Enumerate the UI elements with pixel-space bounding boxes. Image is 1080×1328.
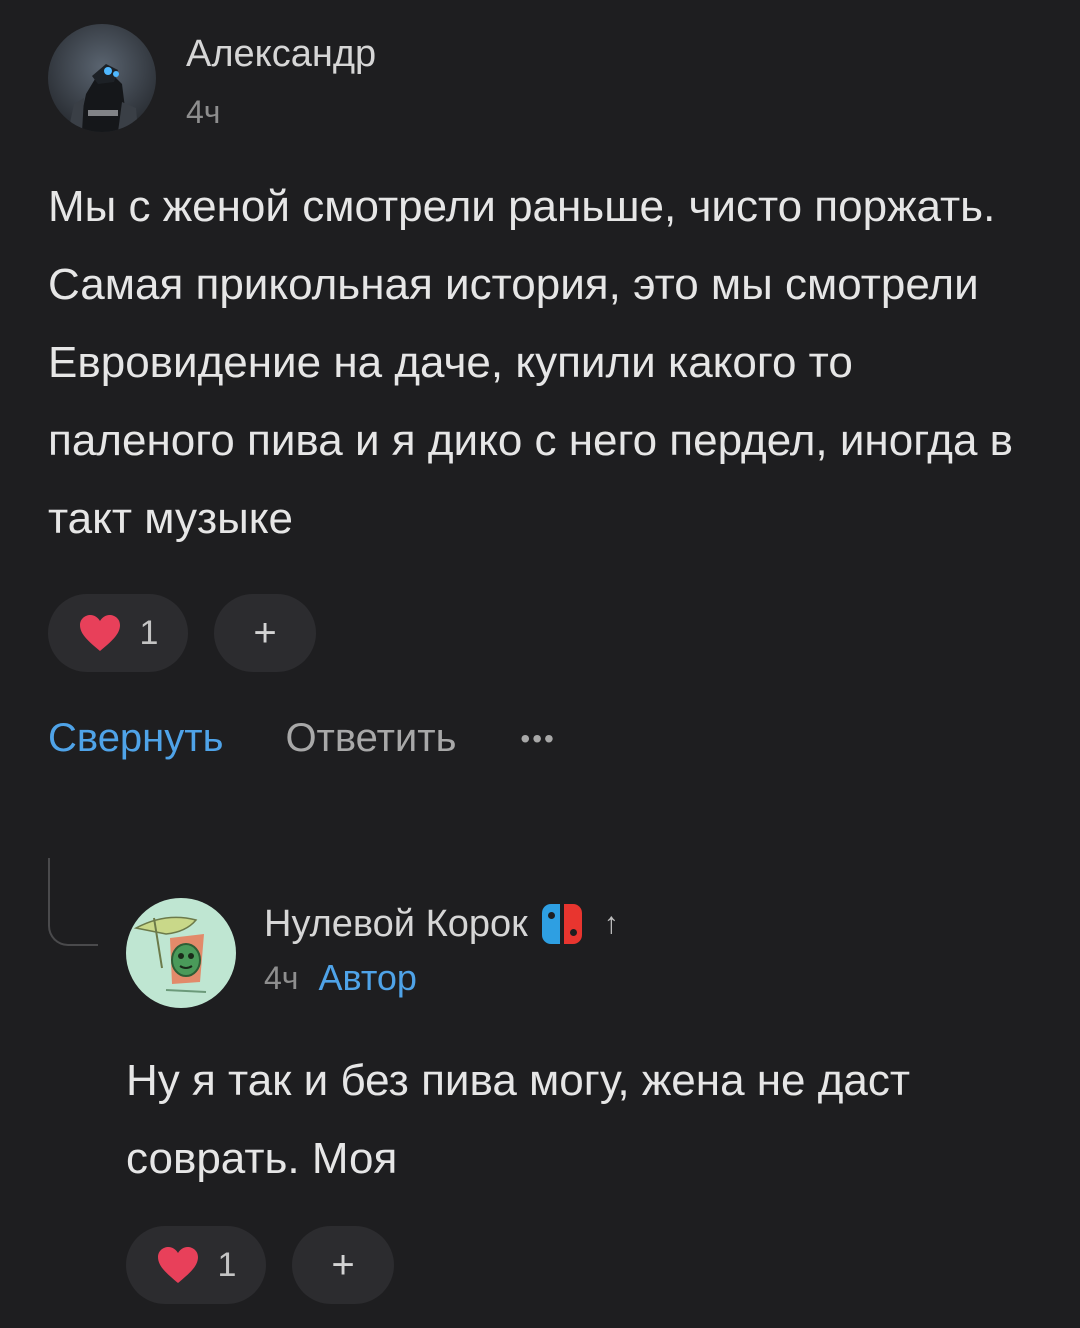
avatar[interactable]	[126, 898, 236, 1008]
heart-icon	[157, 1247, 198, 1283]
comment-text: Ну я так и без пива могу, жена не даст с…	[126, 1056, 911, 1183]
comment-actions: Свернуть Ответить •••	[48, 716, 1038, 761]
avatar[interactable]	[48, 24, 156, 132]
comment-text: Мы с женой смотрели раньше, чисто поржат…	[48, 182, 1014, 543]
timestamp: 4ч	[186, 94, 221, 130]
like-button[interactable]: 1	[126, 1226, 266, 1304]
heart-icon	[79, 615, 120, 651]
timestamp-row: 4ч	[186, 92, 376, 132]
comment: Александр 4ч Мы с женой смотрели раньше,…	[48, 24, 1038, 761]
author-row: Нулевой Корок ↑	[264, 902, 619, 946]
author-badge: Автор	[318, 957, 417, 998]
author-name[interactable]: Нулевой Корок	[264, 902, 528, 946]
comment-header: Александр 4ч	[48, 24, 1038, 132]
nintendo-switch-icon	[541, 902, 582, 946]
author-name[interactable]: Александр	[186, 32, 376, 76]
reply-comment: Нулевой Корок ↑ 4ч Автор Ну я так и без …	[126, 898, 1026, 1304]
reactions: 1 +	[48, 594, 1038, 672]
reactions: 1 +	[126, 1226, 1026, 1304]
thread-connector	[48, 858, 98, 946]
like-count: 1	[139, 613, 159, 652]
more-icon[interactable]: •••	[520, 723, 555, 755]
timestamp: 4ч	[264, 960, 299, 996]
like-button[interactable]: 1	[48, 594, 188, 672]
timestamp-row: 4ч Автор	[264, 958, 619, 998]
comment-meta: Нулевой Корок ↑ 4ч Автор	[264, 902, 619, 998]
reply-button[interactable]: Ответить	[285, 716, 456, 761]
like-count: 1	[217, 1245, 237, 1284]
collapse-button[interactable]: Свернуть	[48, 716, 223, 761]
arrow-up-icon[interactable]: ↑	[604, 902, 619, 946]
comment-meta: Александр 4ч	[186, 32, 376, 132]
add-reaction-button[interactable]: +	[214, 594, 316, 672]
add-reaction-button[interactable]: +	[292, 1226, 394, 1304]
comment-header: Нулевой Корок ↑ 4ч Автор	[126, 898, 1026, 1008]
